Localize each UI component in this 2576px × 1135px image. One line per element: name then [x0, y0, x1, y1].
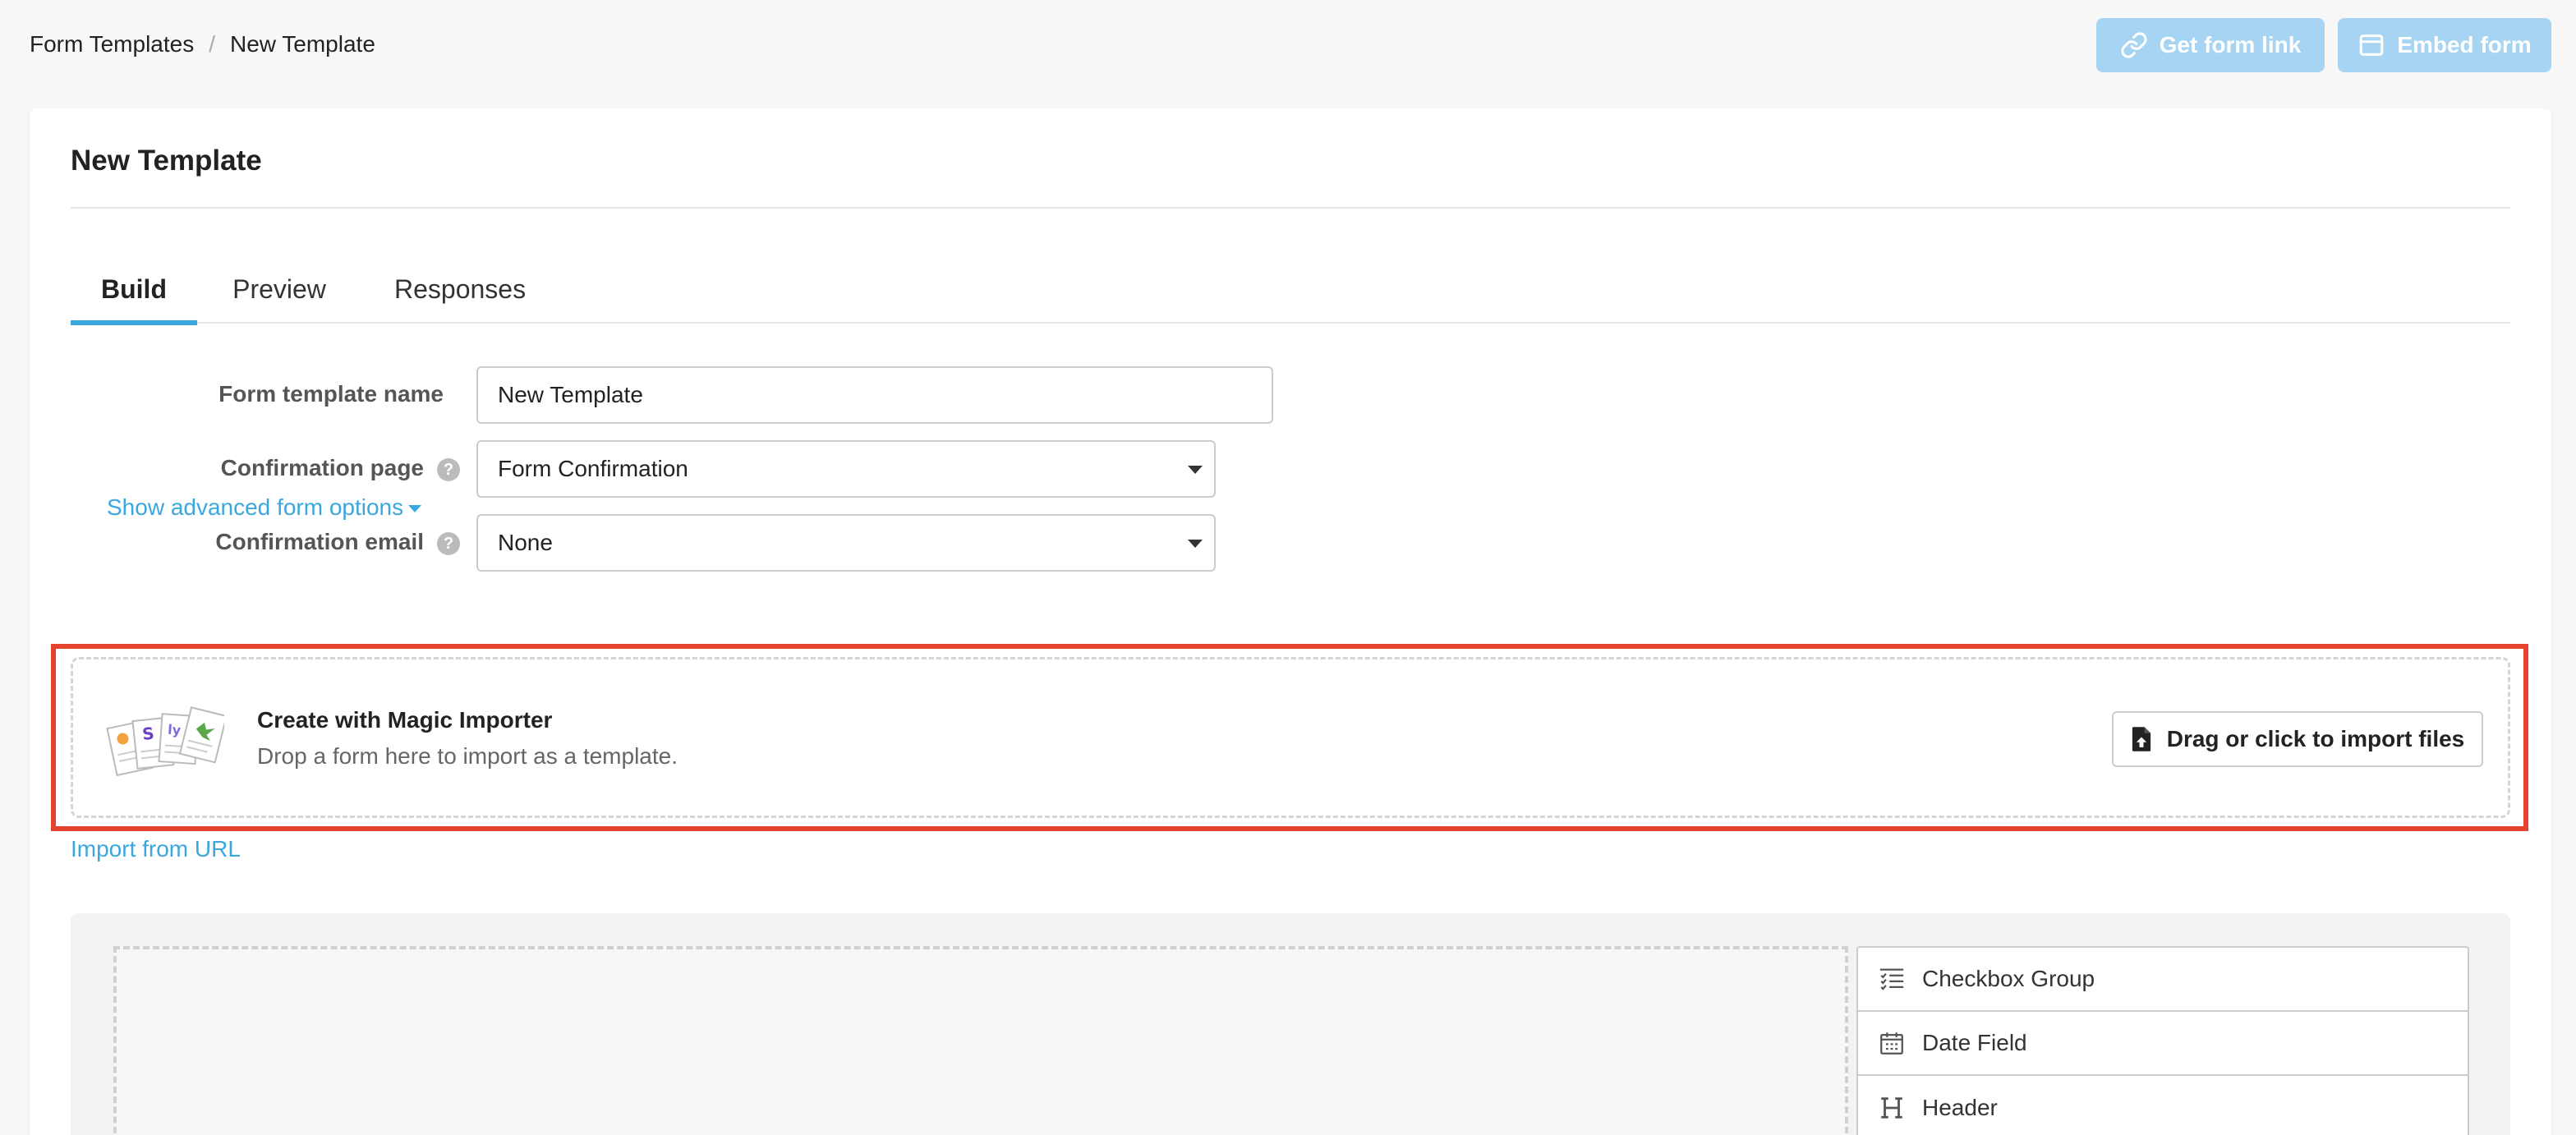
palette-item-checkbox-group[interactable]: Checkbox Group: [1858, 948, 2468, 1012]
confirmation-email-label-text: Confirmation email: [215, 529, 424, 554]
palette-item-label: Date Field: [1922, 1030, 2027, 1055]
confirmation-page-value: Form Confirmation: [498, 456, 688, 481]
embed-form-label: Embed form: [2397, 32, 2532, 57]
tab-preview[interactable]: Preview: [230, 264, 329, 324]
template-name-input[interactable]: New Template: [476, 366, 1273, 424]
importer-subtitle: Drop a form here to import as a template…: [257, 743, 678, 769]
tab-build[interactable]: Build: [71, 264, 197, 325]
window-icon: [2360, 34, 2384, 56]
top-bar: Form Templates / New Template Get form l…: [0, 0, 2576, 90]
import-from-url-link[interactable]: Import from URL: [71, 836, 241, 862]
page-title: New Template: [71, 145, 262, 177]
caret-down-icon: [1188, 466, 1203, 474]
file-upload-icon: [2132, 727, 2150, 751]
tab-bar: Build Preview Responses: [71, 264, 2510, 325]
show-advanced-options-link[interactable]: Show advanced form options: [107, 494, 422, 521]
confirmation-page-label-text: Confirmation page: [220, 455, 424, 480]
embed-form-button[interactable]: Embed form: [2338, 18, 2551, 72]
confirmation-page-label: Confirmation page?: [148, 455, 460, 481]
import-files-label: Drag or click to import files: [2166, 726, 2465, 751]
title-divider: [71, 207, 2510, 209]
help-icon[interactable]: ?: [437, 531, 460, 555]
get-form-link-label: Get form link: [2159, 32, 2302, 57]
confirmation-email-value: None: [498, 530, 553, 555]
heading-icon: [1881, 1097, 1902, 1119]
confirmation-email-label: Confirmation email?: [148, 529, 460, 555]
confirmation-page-select[interactable]: Form Confirmation: [476, 440, 1216, 498]
palette-item-header[interactable]: Header: [1858, 1076, 2468, 1135]
magic-importer-dropzone[interactable]: S ly Create with Magic Importer Drop a f…: [71, 657, 2510, 818]
svg-text:ly: ly: [168, 722, 182, 738]
field-palette: Checkbox Group Date Field Header: [1856, 946, 2469, 1135]
advanced-options-label: Show advanced form options: [107, 494, 404, 520]
checkbox-list-icon: [1879, 968, 1904, 990]
calendar-icon: [1880, 1032, 1903, 1055]
link-icon: [2121, 32, 2147, 58]
confirmation-email-select[interactable]: None: [476, 514, 1216, 572]
template-name-label: Form template name: [218, 381, 444, 407]
help-icon[interactable]: ?: [437, 457, 460, 481]
caret-down-icon: [1188, 540, 1203, 548]
tab-responses[interactable]: Responses: [394, 264, 526, 324]
template-name-value: New Template: [498, 382, 643, 407]
documents-illustration-icon: S ly: [106, 706, 224, 777]
importer-title: Create with Magic Importer: [257, 707, 553, 733]
breadcrumb: Form Templates / New Template: [30, 31, 375, 57]
breadcrumb-separator: /: [209, 31, 215, 57]
palette-item-date-field[interactable]: Date Field: [1858, 1012, 2468, 1076]
svg-text:S: S: [141, 724, 155, 744]
form-canvas-dropzone[interactable]: [113, 946, 1848, 1135]
breadcrumb-current: New Template: [230, 31, 375, 57]
get-form-link-button[interactable]: Get form link: [2096, 18, 2325, 72]
palette-item-label: Header: [1922, 1095, 1998, 1120]
palette-item-label: Checkbox Group: [1922, 966, 2095, 991]
breadcrumb-parent-link[interactable]: Form Templates: [30, 31, 194, 57]
import-files-button[interactable]: Drag or click to import files: [2112, 711, 2483, 767]
caret-down-icon: [408, 505, 422, 513]
